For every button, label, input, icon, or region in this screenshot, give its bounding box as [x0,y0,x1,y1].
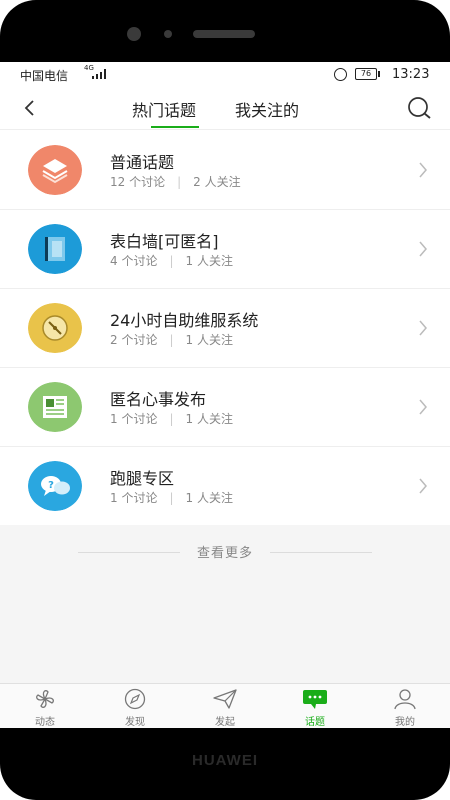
topic-stats: 2 个讨论 | 1 人关注 [110,331,233,348]
nav-item-feed[interactable]: 动态 [0,684,90,729]
stack-icon [28,145,82,195]
status-bar: 中国电信 4G 76 13:23 [0,62,450,88]
nav-label: 我的 [395,717,415,728]
topic-stats: 1 个讨论 | 1 人关注 [110,489,233,506]
carrier-name: 中国电信 [20,69,69,83]
topic-item[interactable]: 24小时自助维服系统 2 个讨论 | 1 人关注 [0,289,450,368]
svg-text:?: ? [48,480,54,491]
chevron-right-icon [419,162,427,178]
alarm-icon [334,68,347,81]
bottom-nav: 动态 发现 发起 话题 我的 [0,683,450,728]
discussion-count: 1 个讨论 [110,491,158,505]
article-icon [28,382,82,432]
topic-item[interactable]: 匿名心事发布 1 个讨论 | 1 人关注 [0,368,450,447]
top-header: 热门话题 我关注的 [0,88,450,130]
back-arrow-icon[interactable] [20,98,40,118]
battery-icon: 76 [355,68,377,80]
topic-stats: 12 个讨论 | 2 人关注 [110,173,241,190]
topic-title: 表白墙[可匿名] [110,232,219,251]
topic-title: 跑腿专区 [110,469,175,488]
topic-item[interactable]: 普通话题 12 个讨论 | 2 人关注 [0,131,450,210]
device-brand-logo: HUAWEI [192,752,258,769]
topic-list: 普通话题 12 个讨论 | 2 人关注 表白墙[可匿名] 4 个讨论 | 1 人关注 2… [0,131,450,527]
topic-item[interactable]: ? 跑腿专区 1 个讨论 | 1 人关注 [0,447,450,527]
stats-divider: | [169,412,174,426]
topic-stats: 4 个讨论 | 1 人关注 [110,252,233,269]
follower-count: 1 人关注 [185,412,233,426]
stats-divider: | [169,491,174,505]
divider-line [270,552,372,553]
chat-bubbles-icon: ? [28,461,82,511]
notebook-icon [28,224,82,274]
chevron-right-icon [419,320,427,336]
discussion-count: 12 个讨论 [110,175,166,189]
follower-count: 1 人关注 [185,333,233,347]
active-tab-indicator [151,126,199,128]
stats-divider: | [169,333,174,347]
topic-stats: 1 个讨论 | 1 人关注 [110,410,233,427]
chevron-right-icon [419,241,427,257]
chat-icon [303,690,327,709]
stats-divider: | [177,175,182,189]
follower-count: 1 人关注 [185,254,233,268]
nav-label: 发起 [215,717,235,728]
list-footer: 查看更多 [0,525,450,683]
front-camera [127,27,141,41]
nav-item-topics[interactable]: 话题 [270,684,360,729]
discussion-count: 1 个讨论 [110,412,158,426]
nav-item-create[interactable]: 发起 [180,684,270,729]
topic-item[interactable]: 表白墙[可匿名] 4 个讨论 | 1 人关注 [0,210,450,289]
phone-top-bezel [0,0,450,62]
chevron-right-icon [419,399,427,415]
signal-icon [92,69,108,79]
discussion-count: 2 个讨论 [110,333,158,347]
discussion-count: 4 个讨论 [110,254,158,268]
search-icon[interactable] [405,95,433,121]
see-more-link[interactable]: 查看更多 [0,542,450,561]
battery-tip [378,71,380,77]
earpiece-speaker [193,30,255,38]
topic-title: 匿名心事发布 [110,390,207,409]
person-icon [394,689,416,710]
status-time: 13:23 [392,67,430,82]
follower-count: 1 人关注 [185,491,233,505]
stats-divider: | [169,254,174,268]
proximity-sensor [164,30,172,38]
nav-item-profile[interactable]: 我的 [360,684,450,729]
chevron-right-icon [419,478,427,494]
compass-icon [28,303,82,353]
send-icon [213,689,237,709]
nav-label: 话题 [305,717,325,728]
pinwheel-icon [36,690,54,708]
nav-item-discover[interactable]: 发现 [90,684,180,729]
compass-icon [124,688,146,710]
follower-count: 2 人关注 [193,175,241,189]
nav-label: 动态 [35,717,55,728]
tab-following[interactable]: 我关注的 [235,97,299,130]
topic-title: 普通话题 [110,153,175,172]
topic-title: 24小时自助维服系统 [110,311,259,330]
nav-label: 发现 [125,717,145,728]
